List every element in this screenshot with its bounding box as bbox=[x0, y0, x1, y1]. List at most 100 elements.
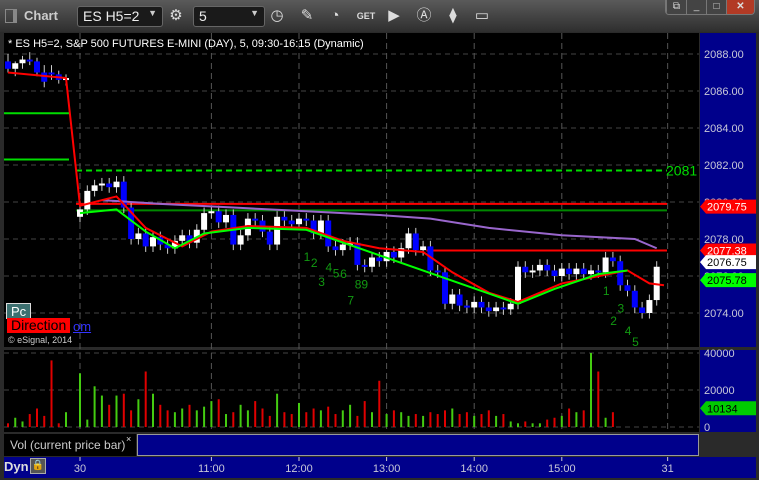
price-tick-label: 2084.00 bbox=[704, 123, 744, 135]
candle-down bbox=[376, 257, 383, 262]
candle-down bbox=[106, 183, 113, 188]
window-controls: ⧉ _ □ ✕ bbox=[665, 0, 755, 15]
candle-up bbox=[405, 233, 412, 249]
drag-grip-icon[interactable] bbox=[5, 9, 17, 23]
annotation-label: 4 bbox=[625, 324, 632, 338]
candle-down bbox=[390, 251, 397, 258]
candle-down bbox=[485, 307, 492, 312]
candle-down bbox=[609, 257, 616, 262]
price-chart[interactable]: 2088.002086.002084.002082.002080.002078.… bbox=[0, 32, 759, 480]
copyright: © eSignal, 2014 bbox=[8, 335, 73, 345]
volume-tick-label: 0 bbox=[704, 422, 710, 434]
price-tick-label: 2082.00 bbox=[704, 160, 744, 172]
symbol-value: ES H5=2 bbox=[83, 8, 140, 24]
time-label: 15:00 bbox=[548, 463, 576, 475]
candle-up bbox=[223, 214, 229, 223]
candle-down bbox=[332, 246, 339, 251]
price-tick-label: 2088.00 bbox=[704, 49, 744, 61]
time-label: 14:00 bbox=[460, 463, 488, 475]
annotation-label: 7 bbox=[347, 293, 354, 307]
candle-up bbox=[573, 268, 580, 275]
price-badge-label: 2079.75 bbox=[707, 202, 747, 214]
symbol-combo[interactable]: ES H5=2 ▼ bbox=[77, 6, 163, 27]
candle-down bbox=[288, 220, 295, 225]
interval-combo[interactable]: 5 ▼ bbox=[193, 6, 265, 27]
candle-down bbox=[522, 266, 529, 273]
annotation-label: 1 bbox=[603, 284, 610, 298]
link-icon[interactable]: ⧫ bbox=[443, 6, 463, 26]
candle-up bbox=[507, 303, 514, 310]
clock-icon[interactable]: ◷ bbox=[267, 6, 287, 26]
candle-up bbox=[588, 270, 594, 275]
candle-up bbox=[339, 244, 346, 251]
candle-down bbox=[639, 307, 646, 313]
title-bar: Chart ES H5=2 ▼ ⚙ 5 ▼ ◷ ✎ ◔ GET ▶ Ⓐ ⧫ ▭ ⧉ _… bbox=[0, 0, 759, 32]
close-study-icon[interactable]: × bbox=[126, 434, 131, 444]
annotation-label: 4 bbox=[326, 261, 333, 275]
minimize-button[interactable]: _ bbox=[686, 0, 706, 14]
candle-down bbox=[252, 218, 259, 221]
volume-tick-label: 20000 bbox=[704, 385, 735, 397]
candle-up bbox=[135, 233, 142, 239]
settings-icon[interactable]: ⚙ bbox=[166, 6, 186, 26]
annotation-label: 1 bbox=[304, 250, 311, 264]
annotation-label: 5 bbox=[333, 267, 340, 281]
candle-up bbox=[420, 246, 427, 251]
price-tick-label: 2074.00 bbox=[704, 308, 744, 320]
candle-up bbox=[529, 270, 536, 273]
candle-down bbox=[631, 290, 638, 308]
price-badge-label: 2075.78 bbox=[707, 275, 747, 287]
time-label: 13:00 bbox=[373, 463, 401, 475]
candle-up bbox=[646, 300, 653, 313]
candle-up bbox=[237, 235, 244, 245]
dynamic-toggle[interactable]: Dyn bbox=[4, 459, 29, 474]
close-button[interactable]: ✕ bbox=[726, 0, 754, 14]
candle-up bbox=[12, 63, 19, 69]
candle-up bbox=[179, 235, 186, 241]
candle-up bbox=[98, 183, 105, 186]
candle-down bbox=[34, 61, 40, 73]
play-icon[interactable]: ▶ bbox=[384, 6, 404, 26]
annotation-label: 2 bbox=[311, 256, 318, 270]
direction-label: Direction bbox=[7, 318, 71, 333]
candle-down bbox=[303, 218, 310, 221]
lock-icon[interactable]: 🔒 bbox=[30, 458, 46, 474]
om-link[interactable]: om bbox=[73, 319, 91, 334]
candle-up bbox=[201, 213, 208, 230]
candle-down bbox=[551, 270, 558, 276]
annotation-label: 2 bbox=[610, 314, 617, 328]
candle-down bbox=[361, 264, 368, 267]
study-icon[interactable]: ◔ bbox=[325, 6, 345, 26]
candle-up bbox=[113, 181, 120, 188]
candle-down bbox=[478, 301, 485, 308]
annotation-label: 5 bbox=[632, 335, 639, 349]
candle-down bbox=[544, 264, 551, 271]
chevron-down-icon: ▼ bbox=[148, 8, 157, 18]
candle-up bbox=[274, 216, 281, 245]
autoscale-icon[interactable]: Ⓐ bbox=[414, 6, 434, 26]
pencil-icon[interactable]: ✎ bbox=[297, 6, 317, 26]
price-tick-label: 2086.00 bbox=[704, 86, 744, 98]
level-label: 2081 bbox=[666, 163, 697, 179]
candle-up bbox=[208, 211, 215, 214]
chart-header: * ES H5=2, S&P 500 FUTURES E-MINI (DAY),… bbox=[8, 38, 364, 50]
volume-study-bar bbox=[137, 434, 699, 456]
maximize-button[interactable]: □ bbox=[706, 0, 726, 14]
candle-up bbox=[558, 268, 565, 276]
candle-up bbox=[536, 264, 543, 271]
candle-down bbox=[434, 270, 441, 273]
candle-up bbox=[91, 185, 98, 191]
volume-tick-label: 40000 bbox=[704, 348, 735, 360]
interval-value: 5 bbox=[199, 8, 207, 24]
candle-down bbox=[215, 211, 222, 223]
candle-down bbox=[26, 59, 33, 62]
window-title: Chart bbox=[24, 8, 58, 23]
float-button[interactable]: ⧉ bbox=[666, 0, 686, 14]
candle-up bbox=[449, 294, 456, 304]
get-icon[interactable]: GET bbox=[356, 6, 376, 26]
annotation-label: 6 bbox=[340, 267, 347, 281]
comment-icon[interactable]: ▭ bbox=[472, 6, 492, 26]
candle-down bbox=[624, 285, 631, 291]
candle-down bbox=[412, 233, 419, 251]
candle-down bbox=[48, 72, 55, 75]
